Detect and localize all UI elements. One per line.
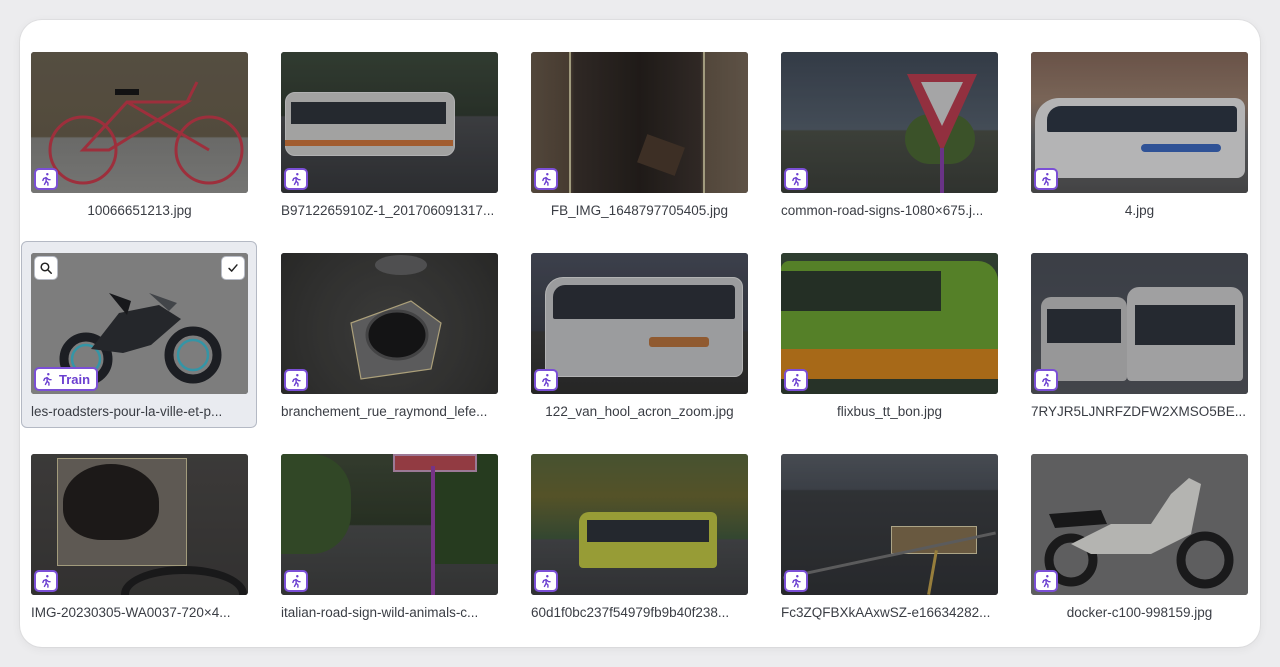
train-tag (784, 570, 808, 592)
running-person-icon (39, 574, 53, 588)
checkmark-icon (226, 261, 240, 275)
image-card-bus-street[interactable]: B9712265910Z-1_201706091317... (271, 40, 507, 227)
train-tag (534, 369, 558, 391)
image-thumbnail[interactable] (31, 454, 248, 595)
image-card-yield-sign[interactable]: common-road-signs-1080×675.j... (771, 40, 1007, 227)
image-thumbnail[interactable] (781, 253, 998, 394)
image-thumbnail[interactable] (781, 52, 998, 193)
image-card-coach[interactable]: 122_van_hool_acron_zoom.jpg (521, 241, 757, 428)
running-person-icon (789, 172, 803, 186)
train-tag: Train (34, 367, 99, 391)
image-grid: 10066651213.jpg B9712265910Z-1_201706091… (20, 20, 1260, 647)
train-tag (534, 168, 558, 190)
image-thumbnail[interactable] (31, 52, 248, 193)
train-tag-label: Train (59, 371, 91, 387)
image-card-motorcycle[interactable]: Train les-roadsters-pour-la-ville-et-p... (21, 241, 257, 428)
running-person-icon (289, 373, 303, 387)
image-filename: FB_IMG_1648797705405.jpg (550, 203, 729, 218)
image-filename: common-road-signs-1080×675.j... (781, 203, 984, 218)
image-thumbnail[interactable] (1031, 253, 1248, 394)
image-card-road-pothole[interactable]: Fc3ZQFBXkAAxwSZ-e16634282... (771, 442, 1007, 629)
train-tag (34, 570, 58, 592)
image-thumbnail[interactable]: Train (31, 253, 248, 394)
image-filename: branchement_rue_raymond_lefe... (281, 404, 488, 419)
image-filename: flixbus_tt_bon.jpg (836, 404, 943, 419)
image-card-pothole-tire[interactable]: IMG-20230305-WA0037-720×4... (21, 442, 257, 629)
image-card-flixbus[interactable]: flixbus_tt_bon.jpg (771, 241, 1007, 428)
image-card-manhole[interactable]: branchement_rue_raymond_lefe... (271, 241, 507, 428)
image-filename: docker-c100-998159.jpg (1066, 605, 1213, 620)
select-checkbox[interactable] (221, 256, 245, 280)
train-tag (284, 570, 308, 592)
image-card-scooter[interactable]: docker-c100-998159.jpg (1021, 442, 1257, 629)
train-tag (284, 369, 308, 391)
train-tag (1034, 369, 1058, 391)
running-person-icon (789, 574, 803, 588)
image-thumbnail[interactable] (1031, 454, 1248, 595)
image-thumbnail[interactable] (531, 253, 748, 394)
image-filename: les-roadsters-pour-la-ville-et-p... (31, 404, 223, 419)
train-tag (1034, 570, 1058, 592)
image-filename: 122_van_hool_acron_zoom.jpg (545, 404, 734, 419)
image-card-road-sign-pole[interactable]: italian-road-sign-wild-animals-c... (271, 442, 507, 629)
running-person-icon (539, 172, 553, 186)
train-tag (784, 168, 808, 190)
running-person-icon (289, 574, 303, 588)
image-thumbnail[interactable] (531, 52, 748, 193)
train-tag (34, 168, 58, 190)
image-card-hole-pit[interactable]: FB_IMG_1648797705405.jpg (521, 40, 757, 227)
image-gallery-panel: 10066651213.jpg B9712265910Z-1_201706091… (20, 20, 1260, 647)
image-filename: Fc3ZQFBXkAAxwSZ-e16634282... (781, 605, 991, 620)
image-filename: 7RYJR5LJNRFZDFW2XMSO5BE... (1031, 404, 1247, 419)
image-thumbnail[interactable] (281, 253, 498, 394)
image-filename: 60d1f0bc237f54979fb9b40f238... (531, 605, 730, 620)
image-card-white-coach[interactable]: 4.jpg (1021, 40, 1257, 227)
image-card-two-buses[interactable]: 7RYJR5LJNRFZDFW2XMSO5BE... (1021, 241, 1257, 428)
running-person-icon (1039, 574, 1053, 588)
image-filename: 4.jpg (1124, 203, 1155, 218)
image-thumbnail[interactable] (531, 454, 748, 595)
magnifier-icon (39, 261, 53, 275)
image-card-bicycle[interactable]: 10066651213.jpg (21, 40, 257, 227)
running-person-icon (789, 373, 803, 387)
image-thumbnail[interactable] (281, 52, 498, 193)
train-tag (784, 369, 808, 391)
running-person-icon (1039, 373, 1053, 387)
image-thumbnail[interactable] (781, 454, 998, 595)
image-filename: IMG-20230305-WA0037-720×4... (31, 605, 231, 620)
image-filename: italian-road-sign-wild-animals-c... (281, 605, 479, 620)
zoom-button[interactable] (34, 256, 58, 280)
image-thumbnail[interactable] (1031, 52, 1248, 193)
train-tag (284, 168, 308, 190)
running-person-icon (539, 373, 553, 387)
train-tag (534, 570, 558, 592)
running-person-icon (39, 172, 53, 186)
image-thumbnail[interactable] (281, 454, 498, 595)
running-person-icon (539, 574, 553, 588)
running-person-icon (1039, 172, 1053, 186)
image-filename: B9712265910Z-1_201706091317... (281, 203, 495, 218)
train-tag (1034, 168, 1058, 190)
running-person-icon (289, 172, 303, 186)
image-filename: 10066651213.jpg (87, 203, 192, 218)
image-card-yellow-bus[interactable]: 60d1f0bc237f54979fb9b40f238... (521, 442, 757, 629)
running-person-icon (40, 372, 54, 386)
